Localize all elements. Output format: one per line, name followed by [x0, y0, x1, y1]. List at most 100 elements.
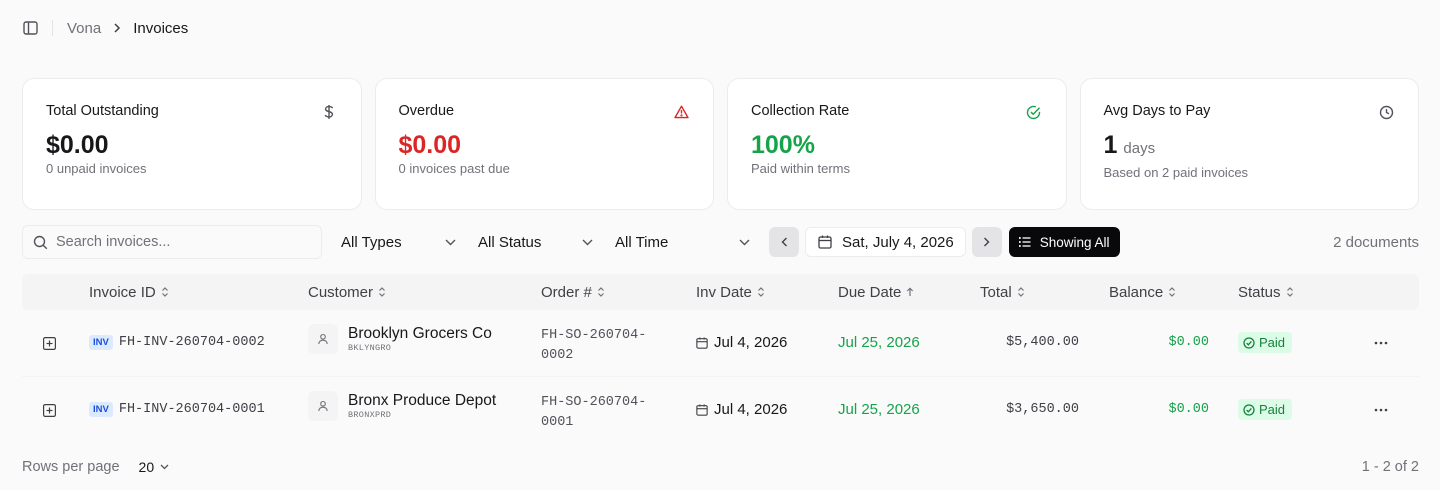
user-icon [308, 324, 338, 354]
order-number-line1: FH-SO-260704- [541, 328, 647, 343]
invoice-id-cell[interactable]: INV FH-INV-260704-0002 [89, 335, 265, 350]
column-status[interactable]: Status [1238, 284, 1294, 301]
user-icon [308, 391, 338, 421]
card-value: 100% [751, 131, 1042, 159]
table-header: Invoice ID Customer Order # Inv Date Due… [22, 274, 1419, 310]
customer-cell[interactable]: Bronx Produce Depot BRONXPRD [308, 391, 496, 421]
selected-date: Sat, July 4, 2026 [842, 233, 954, 251]
invoices-table: Invoice ID Customer Order # Inv Date Due… [22, 274, 1419, 442]
chevron-right-icon [113, 23, 121, 33]
rows-per-page-label: Rows per page [22, 459, 120, 475]
status-badge: Paid [1238, 332, 1293, 353]
showing-all-button[interactable]: Showing All [1008, 227, 1120, 257]
customer-code: BKLYNGRO [348, 343, 392, 353]
next-date-button[interactable] [971, 227, 1002, 257]
invoice-id: FH-INV-260704-0002 [118, 335, 265, 350]
customer-name: Brooklyn Grocers Co [348, 325, 492, 342]
sort-icon [1286, 287, 1294, 297]
customer-text: Brooklyn Grocers Co BKLYNGRO [348, 325, 492, 353]
card-title: Total Outstanding [46, 103, 159, 119]
value-text: $0.00 [46, 131, 109, 159]
status-cell: Paid [1238, 399, 1293, 420]
search-input[interactable] [56, 234, 296, 250]
header-label: Invoice ID [89, 283, 156, 301]
invoice-type-badge: INV [89, 335, 113, 350]
invoice-id-cell[interactable]: INV FH-INV-260704-0001 [89, 402, 265, 417]
check-circle-icon [1026, 104, 1042, 120]
status-filter-select[interactable]: All Status [468, 225, 603, 259]
table-row[interactable]: INV FH-INV-260704-0001 Bronx Produce Dep… [22, 376, 1419, 442]
chevron-down-icon [582, 239, 593, 246]
more-actions-icon[interactable] [1371, 336, 1391, 350]
card-value: 1 days [1104, 131, 1395, 163]
invoice-id: FH-INV-260704-0001 [118, 402, 265, 417]
top-bar: Vona Invoices [22, 16, 188, 40]
time-filter-select[interactable]: All Time [605, 225, 760, 259]
value-text: 1 [1103, 131, 1118, 159]
header-label: Customer [308, 283, 374, 301]
header-label: Total [980, 283, 1012, 301]
column-order[interactable]: Order # [541, 284, 605, 301]
breadcrumb-root[interactable]: Vona [67, 20, 101, 37]
search-box [22, 225, 322, 259]
customer-code: BRONXPRD [348, 410, 392, 420]
header-label: Order # [541, 283, 592, 301]
select-value: All Time [615, 233, 669, 251]
column-balance[interactable]: Balance [1109, 284, 1176, 301]
total-amount: $5,400.00 [1006, 335, 1079, 350]
button-label: Showing All [1039, 234, 1110, 250]
expand-row-icon[interactable] [43, 336, 57, 350]
card-collection-rate: Collection Rate 100% Paid within terms [727, 78, 1067, 210]
table-row[interactable]: INV FH-INV-260704-0002 Brooklyn Grocers … [22, 310, 1419, 376]
order-number-cell[interactable]: FH-SO-260704- 0001 [541, 393, 646, 433]
card-total-outstanding: Total Outstanding $0.00 0 unpaid invoice… [22, 78, 362, 210]
card-subtitle: Based on 2 paid invoices [1103, 165, 1249, 180]
breadcrumb: Vona Invoices [67, 20, 188, 37]
date-picker[interactable]: Sat, July 4, 2026 [805, 227, 966, 257]
order-number-line2: 0001 [541, 415, 574, 430]
header-label: Balance [1109, 283, 1164, 301]
customer-text: Bronx Produce Depot BRONXPRD [348, 392, 496, 420]
rows-per-page-select[interactable]: 20 [139, 459, 170, 475]
inv-date: Jul 4, 2026 [714, 401, 788, 418]
due-date: Jul 25, 2026 [838, 401, 920, 418]
chevron-left-icon [781, 237, 788, 247]
column-due-date[interactable]: Due Date [838, 284, 914, 301]
inv-date-cell: Jul 4, 2026 [696, 334, 787, 351]
customer-cell[interactable]: Brooklyn Grocers Co BKLYNGRO [308, 324, 492, 354]
sort-icon [1168, 287, 1176, 297]
column-customer[interactable]: Customer [308, 284, 386, 301]
column-total[interactable]: Total [980, 284, 1025, 301]
order-number-line2: 0002 [541, 348, 574, 363]
order-number-line1: FH-SO-260704- [541, 395, 647, 410]
prev-date-button[interactable] [769, 227, 799, 257]
expand-row-icon[interactable] [43, 403, 57, 417]
balance-amount: $0.00 [1168, 402, 1209, 417]
order-number-cell[interactable]: FH-SO-260704- 0002 [541, 326, 646, 366]
sort-icon [378, 287, 386, 297]
column-inv-date[interactable]: Inv Date [696, 284, 765, 301]
customer-name: Bronx Produce Depot [348, 392, 497, 409]
sort-icon [1017, 287, 1025, 297]
more-actions-icon[interactable] [1371, 403, 1391, 417]
check-circle-icon [1243, 336, 1255, 349]
column-invoice-id[interactable]: Invoice ID [89, 284, 169, 301]
value-text: 100% [751, 131, 815, 159]
filter-toolbar: All Types All Status All Time Sat, July … [22, 225, 1419, 259]
type-filter-select[interactable]: All Types [331, 225, 466, 259]
card-title: Avg Days to Pay [1103, 103, 1211, 119]
sort-icon [757, 287, 765, 297]
status-label: Paid [1259, 335, 1286, 350]
sidebar-toggle-icon[interactable] [22, 20, 38, 36]
card-title: Collection Rate [751, 103, 850, 119]
header-label: Status [1238, 283, 1281, 301]
total-amount: $3,650.00 [1006, 402, 1079, 417]
card-subtitle: 0 unpaid invoices [46, 161, 147, 176]
calendar-icon [696, 403, 708, 416]
value-unit: days [1123, 140, 1156, 157]
chevron-down-icon [739, 239, 750, 246]
chevron-right-icon [983, 237, 990, 247]
card-value: $0.00 [399, 131, 690, 159]
check-circle-icon [1243, 403, 1255, 416]
pagination-info: 1 - 2 of 2 [1361, 459, 1419, 475]
